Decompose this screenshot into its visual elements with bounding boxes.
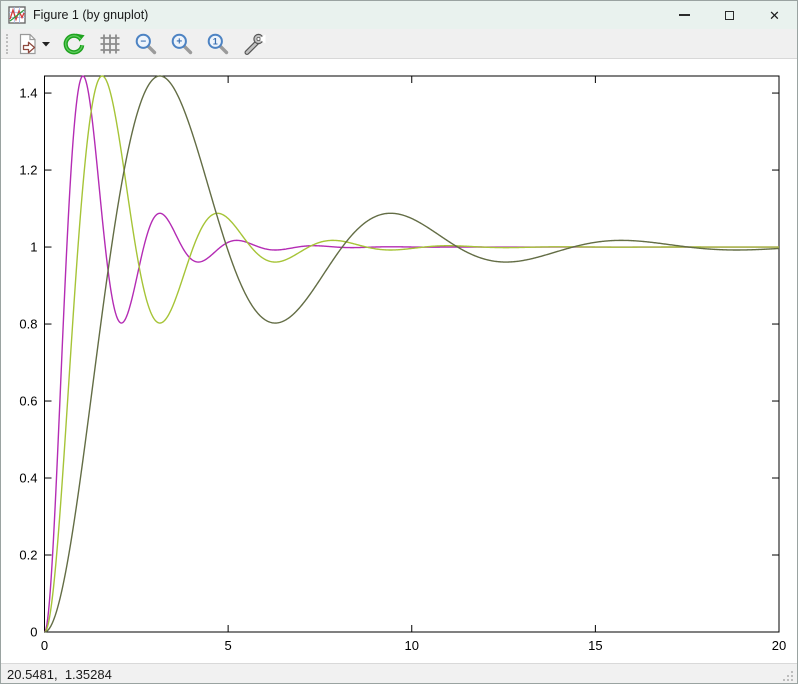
resize-grip[interactable] [782,670,794,682]
plot-canvas: 0 5 10 15 20 0 0.2 0.4 0.6 0.8 1 1.2 1.4 [1,59,797,663]
zoom-reset-glyph: 1 [213,36,218,46]
zoom-in-button[interactable]: + [167,31,197,57]
y-tick-label: 1.4 [19,86,37,101]
zoom-out-glyph: − [140,36,146,47]
zoom-out-button[interactable]: − [131,31,161,57]
window-title: Figure 1 (by gnuplot) [33,8,662,22]
y-tick-label: 1 [30,240,37,255]
status-bar: 20.5481, 1.35284 [1,663,797,684]
y-tick-label: 0.2 [19,548,37,563]
export-button[interactable] [13,31,53,57]
plot-svg[interactable]: 0 5 10 15 20 0 0.2 0.4 0.6 0.8 1 1.2 1.4 [1,59,798,663]
curve-omega-3 [45,76,780,632]
gnuplot-window: Figure 1 (by gnuplot) ✕ [0,0,798,684]
grid-toggle-button[interactable] [95,31,125,57]
magnifier-plus-icon: + [170,32,194,56]
zoom-reset-button[interactable]: 1 [203,31,233,57]
y-tick-label: 1.2 [19,163,37,178]
maximize-button[interactable] [707,1,752,29]
x-tick-label: 0 [41,638,48,653]
wrench-icon [242,32,266,56]
replot-button[interactable] [59,31,89,57]
toolbar: − + 1 [1,29,797,59]
dropdown-caret-icon [42,41,50,47]
refresh-icon [62,32,86,56]
grid-icon [98,32,122,56]
maximize-icon [725,11,734,20]
curve-omega-2 [45,76,780,632]
y-tick-label: 0.8 [19,317,37,332]
title-bar[interactable]: Figure 1 (by gnuplot) ✕ [1,1,797,29]
close-icon: ✕ [769,9,780,22]
y-tick-label: 0 [30,625,37,640]
x-tick-label: 20 [772,638,786,653]
plot-border [45,76,780,632]
settings-button[interactable] [239,31,269,57]
y-tick-label: 0.6 [19,394,37,409]
minimize-icon [679,14,690,15]
gnuplot-app-icon [8,6,26,24]
x-tick-label: 5 [225,638,232,653]
toolbar-grip-handle[interactable] [6,34,8,54]
close-button[interactable]: ✕ [752,1,797,29]
y-tick-label: 0.4 [19,471,37,486]
magnifier-minus-icon: − [134,32,158,56]
curve-omega-1 [45,76,780,632]
x-tick-label: 15 [588,638,602,653]
minimize-button[interactable] [662,1,707,29]
x-tick-label: 10 [405,638,419,653]
export-page-arrow-icon [16,32,40,56]
window-controls: ✕ [662,1,797,29]
cursor-coordinates: 20.5481, 1.35284 [7,667,112,682]
magnifier-one-icon: 1 [206,32,230,56]
zoom-in-glyph: + [176,36,182,47]
